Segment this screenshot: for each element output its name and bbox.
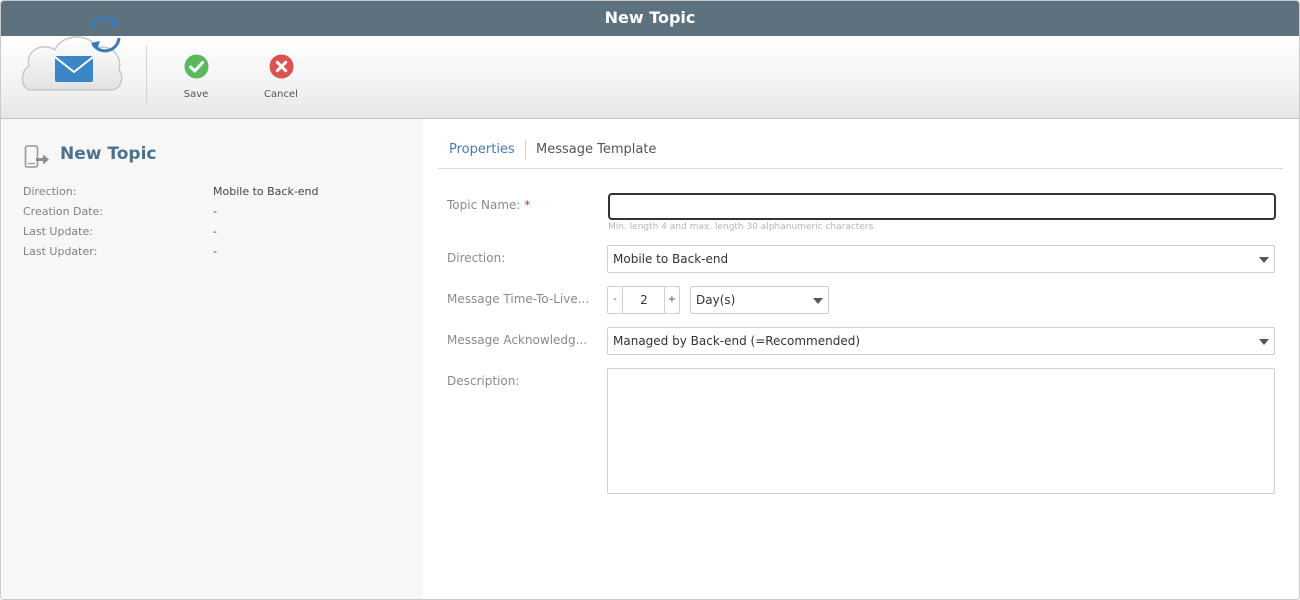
direction-value: Mobile to Back-end bbox=[613, 252, 729, 266]
property-row: Direction: Mobile to Back-end bbox=[23, 185, 403, 205]
topic-name-label: Topic Name: * bbox=[447, 198, 531, 212]
chevron-down-icon bbox=[1259, 339, 1269, 345]
summary-panel: New Topic Direction: Mobile to Back-end … bbox=[2, 119, 423, 599]
property-key: Last Updater: bbox=[23, 245, 98, 258]
required-mark: * bbox=[524, 198, 531, 212]
save-label: Save bbox=[183, 89, 209, 100]
description-textarea[interactable] bbox=[607, 368, 1275, 494]
acknowledgement-label: Message Acknowledg... bbox=[447, 333, 588, 347]
cancel-button[interactable]: Cancel bbox=[251, 54, 311, 100]
property-row: Creation Date: - bbox=[23, 205, 403, 225]
property-row: Last Update: - bbox=[23, 225, 403, 245]
ttl-value[interactable]: 2 bbox=[624, 287, 664, 313]
x-circle-icon bbox=[269, 54, 293, 79]
window-title: New Topic bbox=[604, 8, 696, 27]
toolbar-separator bbox=[146, 46, 147, 106]
toolbar: Save Cancel bbox=[1, 15, 1299, 119]
direction-label: Direction: bbox=[447, 251, 506, 265]
acknowledgement-value: Managed by Back-end (=Recommended) bbox=[613, 334, 861, 348]
tab-properties[interactable]: Properties bbox=[449, 138, 515, 162]
topic-name-hint: Min. length 4 and max. length 30 alphanu… bbox=[608, 222, 874, 232]
tab-bar: Properties Message Template bbox=[438, 138, 1283, 169]
cancel-label: Cancel bbox=[264, 89, 298, 100]
save-button[interactable]: Save bbox=[166, 54, 226, 100]
tab-message-template[interactable]: Message Template bbox=[536, 138, 656, 162]
property-value: Mobile to Back-end bbox=[213, 185, 319, 198]
mobile-arrow-icon bbox=[24, 145, 49, 168]
ttl-increment-button[interactable]: + bbox=[664, 287, 679, 313]
summary-title: New Topic bbox=[60, 144, 157, 164]
acknowledgement-select[interactable]: Managed by Back-end (=Recommended) bbox=[607, 327, 1275, 355]
property-value: - bbox=[213, 245, 217, 258]
property-row: Last Updater: - bbox=[23, 245, 403, 265]
chevron-down-icon bbox=[1259, 257, 1269, 263]
tab-divider bbox=[525, 140, 526, 160]
property-key: Direction: bbox=[23, 185, 77, 198]
property-key: Creation Date: bbox=[23, 205, 104, 218]
property-key: Last Update: bbox=[23, 225, 93, 238]
check-circle-icon bbox=[184, 54, 208, 79]
ttl-unit-value: Day(s) bbox=[696, 293, 736, 307]
ttl-stepper: - 2 + bbox=[607, 286, 680, 314]
chevron-down-icon bbox=[813, 298, 823, 304]
ttl-decrement-button[interactable]: - bbox=[608, 287, 623, 313]
topic-name-input[interactable] bbox=[608, 193, 1276, 220]
property-value: - bbox=[213, 225, 217, 238]
description-label: Description: bbox=[447, 374, 520, 388]
summary-properties: Direction: Mobile to Back-end Creation D… bbox=[23, 185, 403, 265]
ttl-label: Message Time-To-Live... bbox=[447, 292, 590, 306]
cloud-envelope-sync-icon bbox=[21, 15, 123, 91]
title-bar: New Topic bbox=[1, 1, 1299, 36]
dialog-window: New Topic Save Cancel New Topic Directio… bbox=[0, 0, 1300, 600]
ttl-unit-select[interactable]: Day(s) bbox=[690, 286, 829, 314]
direction-select[interactable]: Mobile to Back-end bbox=[607, 245, 1275, 273]
property-value: - bbox=[213, 205, 217, 218]
